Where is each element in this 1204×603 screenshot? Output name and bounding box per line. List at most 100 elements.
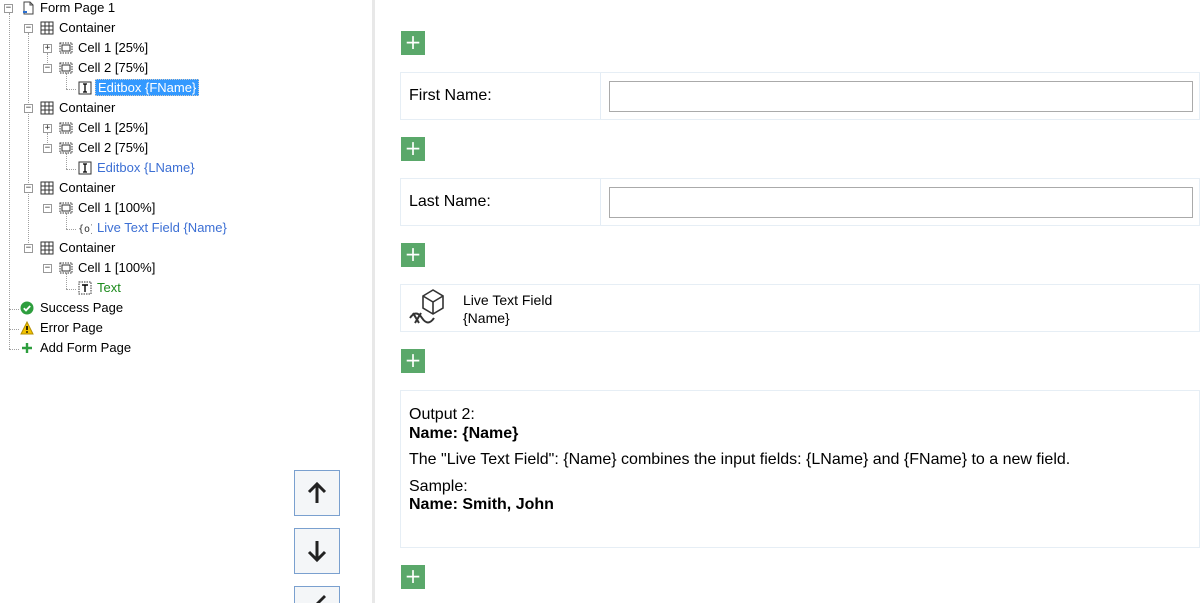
tree-node-label: Cell 1 [25%] xyxy=(78,120,149,135)
tree-node-cell[interactable]: Cell 1 [100%] xyxy=(76,259,157,277)
tree-node-label: Cell 1 [100%] xyxy=(78,200,156,215)
add-element-button[interactable]: + xyxy=(401,31,425,55)
move-down-button[interactable] xyxy=(294,528,340,574)
warning-icon xyxy=(20,321,34,335)
collapse-toggle[interactable]: − xyxy=(24,24,33,33)
tree-line xyxy=(28,33,29,249)
cell-icon xyxy=(59,262,73,274)
collapse-toggle[interactable]: − xyxy=(24,184,33,193)
collapse-toggle[interactable]: − xyxy=(24,104,33,113)
last-name-label: Last Name: xyxy=(409,193,491,210)
last-name-row: Last Name: xyxy=(400,178,1200,226)
editbox-icon xyxy=(78,161,92,175)
tree-node-label: Container xyxy=(59,180,116,195)
add-element-button[interactable]: + xyxy=(401,243,425,267)
tree-node-container[interactable]: Container xyxy=(57,99,117,117)
cell-icon xyxy=(59,62,73,74)
last-name-input[interactable] xyxy=(609,187,1193,218)
tree-node-cell[interactable]: Cell 1 [100%] xyxy=(76,199,157,217)
tree-node-cell[interactable]: Cell 2 [75%] xyxy=(76,59,150,77)
tree-node-label: Add Form Page xyxy=(40,340,132,355)
tree-node-error-page[interactable]: Error Page xyxy=(38,319,105,337)
tree-node-text[interactable]: Text xyxy=(95,279,123,297)
tree-node-label: Container xyxy=(59,100,116,115)
live-text-field-icon xyxy=(409,289,444,324)
label-cell: First Name: xyxy=(401,73,601,119)
tree-node-add-form-page[interactable]: Add Form Page xyxy=(38,339,133,357)
output-label: Output 2: xyxy=(409,406,475,423)
tree-node-editbox-fname[interactable]: Editbox {FName} xyxy=(95,79,200,97)
cell-icon xyxy=(59,202,73,214)
tree-node-form-page-1[interactable]: Form Page 1 xyxy=(38,0,117,17)
checkmark-circle-icon xyxy=(20,301,34,315)
tree-line xyxy=(9,349,19,350)
tree-node-success-page[interactable]: Success Page xyxy=(38,299,125,317)
tree-line xyxy=(66,229,76,230)
name-template-line: Name: {Name} xyxy=(409,425,519,442)
description-text: The "Live Text Field": {Name} combines t… xyxy=(409,451,1071,468)
tree-node-label: Container xyxy=(59,240,116,255)
tree-line xyxy=(9,13,10,349)
live-text-field-row[interactable]: Live Text Field {Name} xyxy=(400,284,1200,332)
cell-icon xyxy=(59,142,73,154)
tree-node-cell[interactable]: Cell 2 [75%] xyxy=(76,139,150,157)
arrow-down-icon xyxy=(307,541,327,563)
tree-node-label: Editbox {FName} xyxy=(95,79,200,96)
tree-node-container[interactable]: Container xyxy=(57,239,117,257)
move-up-button[interactable] xyxy=(294,470,340,516)
cell-icon xyxy=(59,42,73,54)
add-element-button[interactable]: + xyxy=(401,349,425,373)
form-page-icon xyxy=(23,1,34,15)
table-grid-icon xyxy=(40,21,54,35)
expand-toggle[interactable]: + xyxy=(43,44,52,53)
tree-node-label: Form Page 1 xyxy=(40,0,116,15)
expand-toggle[interactable]: + xyxy=(43,124,52,133)
collapse-toggle[interactable]: − xyxy=(43,144,52,153)
tree-node-live-text-field[interactable]: Live Text Field {Name} xyxy=(95,219,229,237)
tree-line xyxy=(66,89,76,90)
text-element-icon xyxy=(78,281,92,295)
first-name-label: First Name: xyxy=(409,87,492,104)
arrow-up-icon xyxy=(307,481,327,503)
tree-line xyxy=(66,169,76,170)
cell-icon xyxy=(59,122,73,134)
tree-node-cell[interactable]: Cell 1 [25%] xyxy=(76,39,150,57)
tree-line xyxy=(66,153,67,169)
add-element-button[interactable]: + xyxy=(401,137,425,161)
sample-label: Sample: xyxy=(409,478,468,495)
edit-button[interactable] xyxy=(294,586,340,603)
first-name-input[interactable] xyxy=(609,81,1193,112)
add-icon xyxy=(22,343,32,353)
tree-node-cell[interactable]: Cell 1 [25%] xyxy=(76,119,150,137)
tree-node-label: Success Page xyxy=(40,300,124,315)
tree-line xyxy=(66,289,76,290)
label-cell: Last Name: xyxy=(401,179,601,225)
tree-node-label: Cell 2 [75%] xyxy=(78,140,149,155)
tree-node-container[interactable]: Container xyxy=(57,179,117,197)
live-text-field-variable: {Name} xyxy=(463,310,510,326)
table-grid-icon xyxy=(40,241,54,255)
collapse-toggle[interactable]: − xyxy=(24,244,33,253)
collapse-toggle[interactable]: − xyxy=(43,204,52,213)
form-tree-panel: − Form Page 1 − Container + Cell 1 [25%]… xyxy=(0,0,372,603)
tree-node-container[interactable]: Container xyxy=(57,19,117,37)
form-designer-canvas: + First Name: + Last Name: + Live Text F… xyxy=(375,0,1204,603)
tree-node-label: Container xyxy=(59,20,116,35)
tree-line xyxy=(9,309,19,310)
collapse-toggle[interactable]: − xyxy=(43,264,52,273)
editbox-icon xyxy=(78,81,92,95)
tree-node-label: Editbox {LName} xyxy=(97,160,195,175)
tree-node-label: Live Text Field {Name} xyxy=(97,220,227,235)
first-name-row: First Name: xyxy=(400,72,1200,120)
live-text-field-caption: Live Text Field {Name} xyxy=(463,291,552,327)
add-element-button[interactable]: + xyxy=(401,565,425,589)
live-text-field-icon: {o} xyxy=(78,224,92,235)
tree-line xyxy=(9,329,19,330)
table-grid-icon xyxy=(40,101,54,115)
collapse-toggle[interactable]: − xyxy=(4,4,13,13)
tree-node-editbox-lname[interactable]: Editbox {LName} xyxy=(95,159,197,177)
tree-line xyxy=(66,73,67,89)
collapse-toggle[interactable]: − xyxy=(43,64,52,73)
tree-node-label: Text xyxy=(97,280,121,295)
text-element-row[interactable]: Output 2: Name: {Name} The "Live Text Fi… xyxy=(400,390,1200,548)
